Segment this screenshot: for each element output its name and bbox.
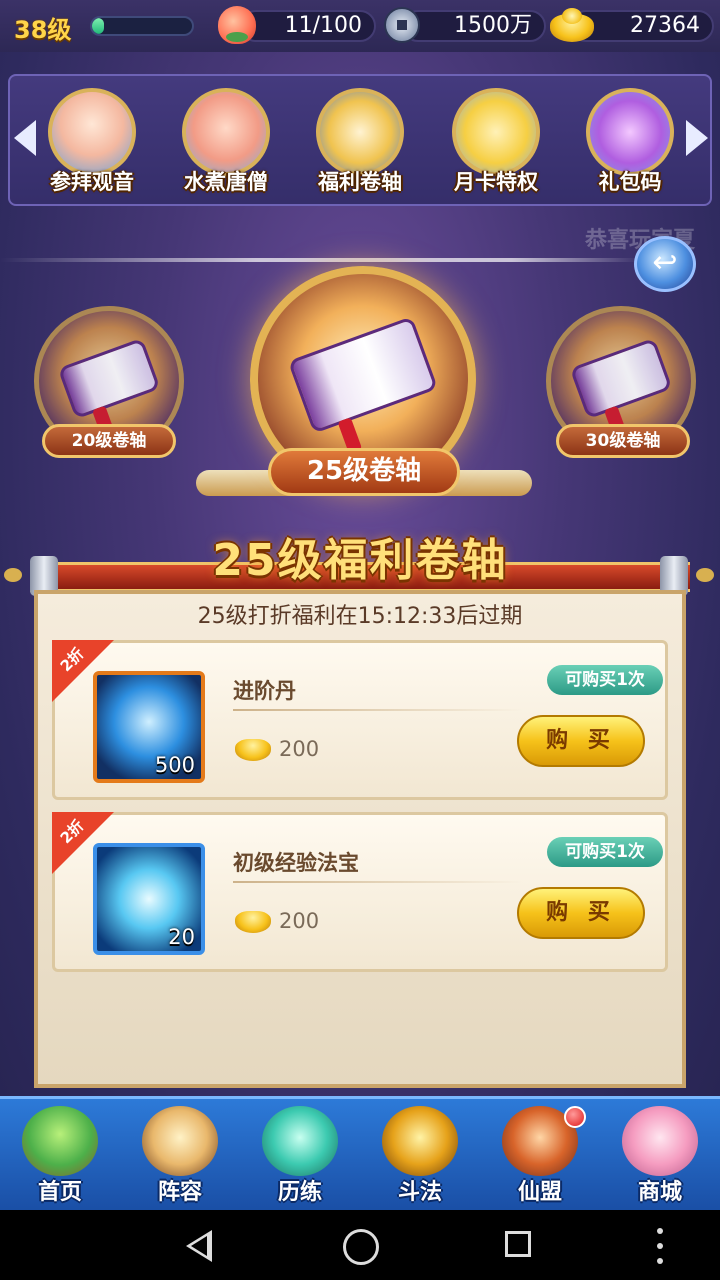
activity-month-card[interactable]: 月卡特权 [436, 88, 556, 198]
item-quantity: 500 [154, 753, 195, 777]
yinyang-formation-icon [142, 1106, 218, 1176]
activity-label: 礼包码 [598, 170, 662, 194]
activity-label: 水煮唐僧 [184, 170, 268, 194]
page-title: 25级福利卷轴 [212, 535, 508, 586]
top-resource-bar: 38级 11/100 1500万 27364 [0, 0, 720, 52]
glow-divider [0, 258, 640, 262]
item-divider [233, 881, 523, 883]
activity-guanyin[interactable]: 参拜观音 [32, 88, 152, 198]
silver-coin-icon [384, 7, 420, 43]
player-level: 38级 [14, 16, 72, 44]
purchase-limit-badge: 可购买1次 [547, 837, 663, 867]
expire-notice: 25级打折福利在15:12:33后过期 [197, 604, 523, 629]
nav-label: 首页 [37, 1180, 82, 1205]
activity-label: 福利卷轴 [318, 170, 402, 194]
tangseng-portrait-icon [182, 88, 270, 176]
scroll-bag-icon [316, 88, 404, 176]
offer-card: 2折 500 进阶丹 200 可购买1次 购 买 [52, 640, 668, 800]
scroll-icon [57, 337, 161, 419]
gift-box-icon [586, 88, 674, 176]
item-price: 200 [279, 737, 320, 761]
stamina-counter[interactable]: 11/100 [240, 10, 376, 42]
month-card-icon [452, 88, 540, 176]
nav-label: 阵容 [157, 1180, 202, 1205]
gourd-icon [262, 1106, 338, 1176]
stamina-value: 11/100 [284, 13, 362, 38]
xp-progress-bar [90, 16, 194, 36]
system-menu-icon[interactable] [638, 1224, 682, 1268]
silver-counter[interactable]: 1500万 [402, 10, 546, 42]
notification-dot [564, 1106, 586, 1128]
guanyin-portrait-icon [48, 88, 136, 176]
back-arrow-icon: ↩ [652, 245, 678, 280]
helmet-icon [382, 1106, 458, 1176]
exp-bottle-icon[interactable]: 20 [93, 843, 205, 955]
nav-label: 斗法 [397, 1180, 442, 1205]
nav-home[interactable]: 首页 [0, 1100, 120, 1208]
nav-label: 仙盟 [517, 1180, 562, 1205]
system-home-icon[interactable] [338, 1224, 382, 1268]
activity-label: 参拜观音 [50, 170, 134, 194]
offer-card: 2折 20 初级经验法宝 200 可购买1次 购 买 [52, 812, 668, 972]
nav-label: 商城 [637, 1180, 682, 1205]
gold-value: 27364 [630, 13, 700, 38]
silver-value: 1500万 [454, 13, 532, 38]
nav-battle[interactable]: 斗法 [360, 1100, 480, 1208]
gold-ingot-icon [235, 739, 271, 761]
item-quantity: 20 [168, 925, 195, 949]
item-name: 初级经验法宝 [233, 851, 359, 875]
scroll-icon [569, 337, 673, 419]
activity-welfare-scroll[interactable]: 福利卷轴 [300, 88, 420, 198]
nav-formation[interactable]: 阵容 [120, 1100, 240, 1208]
back-button[interactable]: ↩ [634, 236, 696, 292]
buy-button[interactable]: 购 买 [517, 715, 645, 767]
blue-orb-icon[interactable]: 500 [93, 671, 205, 783]
island-icon [22, 1106, 98, 1176]
item-divider [233, 709, 523, 711]
activity-label: 月卡特权 [454, 170, 538, 194]
item-price: 200 [279, 909, 320, 933]
system-recents-icon[interactable] [498, 1224, 542, 1268]
item-name: 进阶丹 [233, 679, 296, 703]
nav-shop[interactable]: 商城 [600, 1100, 720, 1208]
purchase-limit-badge: 可购买1次 [547, 665, 663, 695]
gold-ingot-icon [235, 911, 271, 933]
scroll-level-20-label: 20级卷轴 [42, 424, 176, 458]
nav-label: 历练 [277, 1180, 322, 1205]
activity-gift-code[interactable]: 礼包码 [570, 88, 690, 198]
system-back-icon[interactable] [178, 1224, 222, 1268]
peach-icon [218, 6, 256, 44]
scroll-icon [287, 316, 439, 435]
buy-button[interactable]: 购 买 [517, 887, 645, 939]
scroll-level-25-label: 25级卷轴 [268, 448, 460, 496]
shop-girl-icon [622, 1106, 698, 1176]
activity-tangseng[interactable]: 水煮唐僧 [166, 88, 286, 198]
gold-ingot-icon [550, 8, 594, 42]
nav-training[interactable]: 历练 [240, 1100, 360, 1208]
scroll-level-30-label: 30级卷轴 [556, 424, 690, 458]
